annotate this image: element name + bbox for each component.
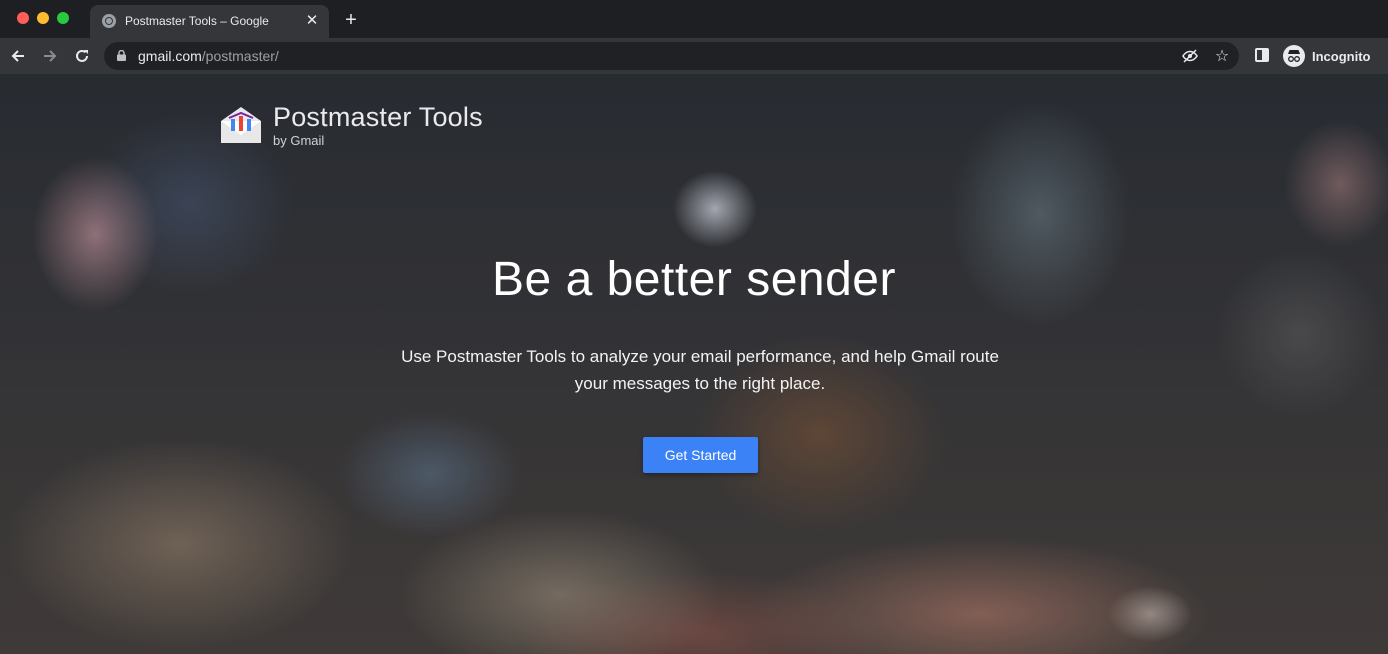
bookmark-star-icon[interactable]: ☆ (1213, 47, 1231, 65)
window-minimize-button[interactable] (37, 12, 49, 24)
url-text: gmail.com/postmaster/ (138, 48, 279, 64)
brand-title: Postmaster Tools (273, 102, 483, 132)
forward-arrow-icon[interactable] (38, 44, 62, 68)
browser-tab[interactable]: Postmaster Tools – Google ✕ (90, 5, 329, 38)
side-panel-icon[interactable] (1255, 48, 1269, 62)
back-arrow-icon[interactable] (6, 44, 30, 68)
hero-headline: Be a better sender (492, 253, 896, 306)
tab-title: Postmaster Tools – Google (125, 14, 269, 28)
address-bar[interactable]: gmail.com/postmaster/ ☆ (104, 42, 1239, 70)
tab-strip: Postmaster Tools – Google ✕ + (0, 0, 1388, 38)
get-started-button[interactable]: Get Started (643, 437, 758, 473)
incognito-icon[interactable] (1283, 45, 1305, 67)
reload-icon[interactable] (70, 44, 94, 68)
window-maximize-button[interactable] (57, 12, 69, 24)
lock-icon (117, 50, 126, 61)
profile-label[interactable]: Incognito (1312, 49, 1371, 64)
close-tab-icon[interactable]: ✕ (303, 12, 321, 30)
globe-icon (102, 14, 116, 28)
hero-subtext: Use Postmaster Tools to analyze your ema… (401, 347, 999, 393)
url-path: /postmaster/ (201, 48, 279, 64)
brand-logo[interactable]: Postmaster Tools by Gmail (220, 102, 520, 152)
eye-off-icon[interactable] (1181, 47, 1199, 65)
url-host: gmail.com (138, 48, 202, 64)
window-close-button[interactable] (17, 12, 29, 24)
new-tab-button[interactable]: + (340, 9, 362, 31)
brand-subtitle: by Gmail (273, 133, 325, 148)
hero-section: Postmaster Tools by Gmail Be a better se… (0, 74, 1388, 654)
postmaster-envelope-icon (221, 107, 261, 143)
